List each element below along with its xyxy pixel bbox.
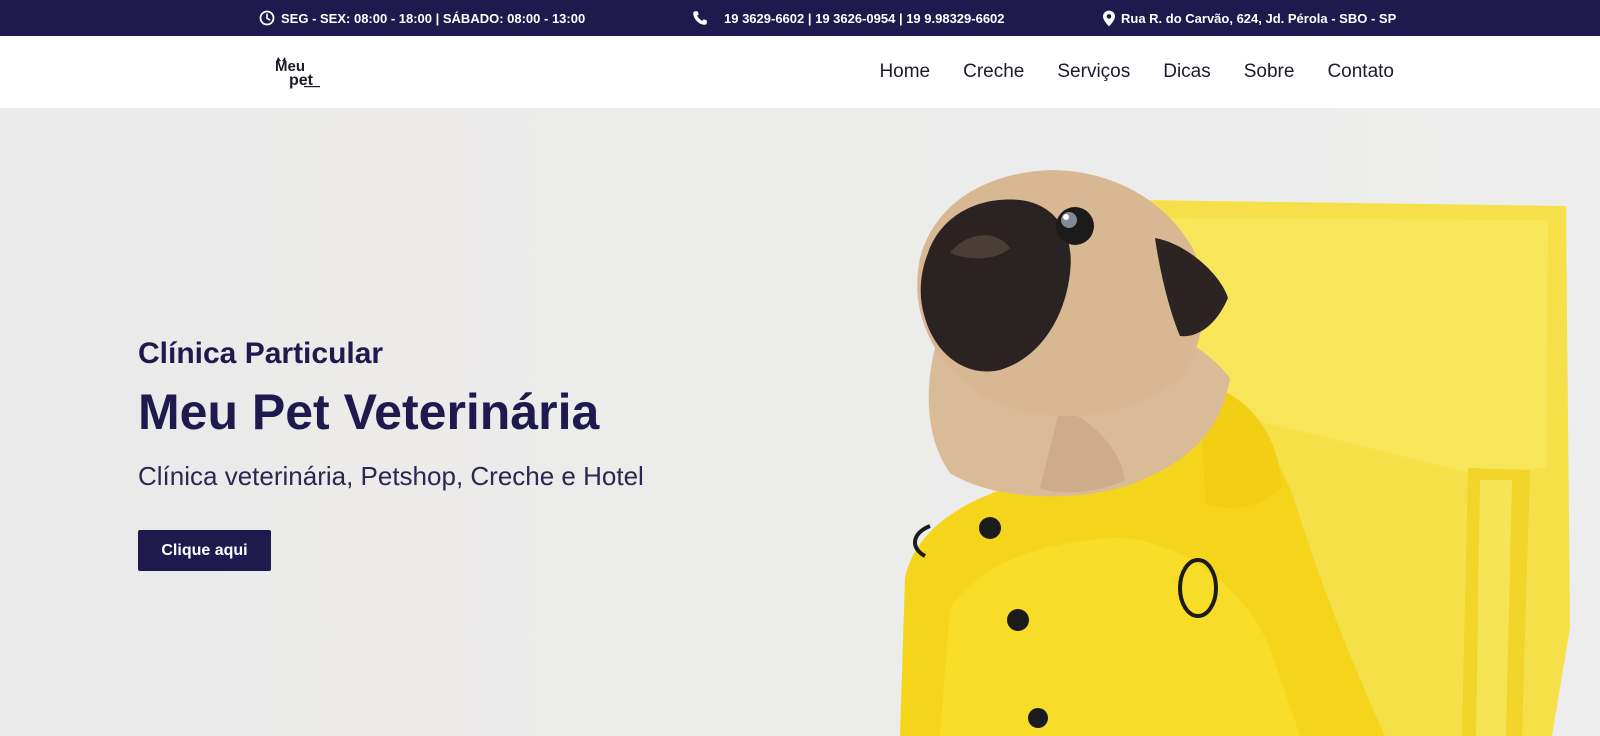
- nav-sobre[interactable]: Sobre: [1244, 61, 1295, 83]
- site-header: Meu pet Home Creche Serviços Dicas Sobre…: [0, 36, 1600, 108]
- hero-title: Meu Pet Veterinária: [138, 384, 600, 440]
- nav-servicos[interactable]: Serviços: [1057, 61, 1130, 83]
- map-pin-icon: [1103, 10, 1115, 26]
- hero-content: Clínica Particular Meu Pet Veterinária C…: [138, 336, 644, 571]
- nav-dicas[interactable]: Dicas: [1163, 61, 1211, 83]
- logo-image: Meu pet: [275, 57, 320, 89]
- hero-kicker: Clínica Particular: [138, 337, 384, 370]
- nav-contato[interactable]: Contato: [1327, 61, 1394, 83]
- main-nav: Home Creche Serviços Dicas Sobre Contato: [879, 36, 1394, 108]
- address-text: Rua R. do Carvão, 624, Jd. Pérola - SBO …: [1121, 10, 1397, 26]
- nav-creche[interactable]: Creche: [963, 61, 1024, 83]
- opening-hours: SEG - SEX: 08:00 - 18:00 | SÁBADO: 08:00…: [259, 0, 585, 36]
- phone-icon: [693, 11, 707, 25]
- hero-section: Clínica Particular Meu Pet Veterinária C…: [0, 108, 1600, 736]
- address[interactable]: Rua R. do Carvão, 624, Jd. Pérola - SBO …: [1102, 0, 1396, 36]
- nav-home[interactable]: Home: [879, 61, 930, 83]
- pug-eye: [1056, 207, 1094, 245]
- opening-hours-text: SEG - SEX: 08:00 - 18:00 | SÁBADO: 08:00…: [281, 10, 586, 26]
- phone-numbers[interactable]: 19 3629-6602 | 19 3626-0954 | 19 9.98329…: [692, 0, 1005, 36]
- top-info-bar: SEG - SEX: 08:00 - 18:00 | SÁBADO: 08:00…: [0, 0, 1600, 36]
- phone-numbers-text: 19 3629-6602 | 19 3626-0954 | 19 9.98329…: [724, 10, 1005, 26]
- logo[interactable]: Meu pet: [274, 55, 326, 89]
- clock-icon: [259, 10, 275, 26]
- cta-button[interactable]: Clique aqui: [138, 530, 271, 571]
- hero-subtitle: Clínica veterinária, Petshop, Creche e H…: [138, 461, 644, 491]
